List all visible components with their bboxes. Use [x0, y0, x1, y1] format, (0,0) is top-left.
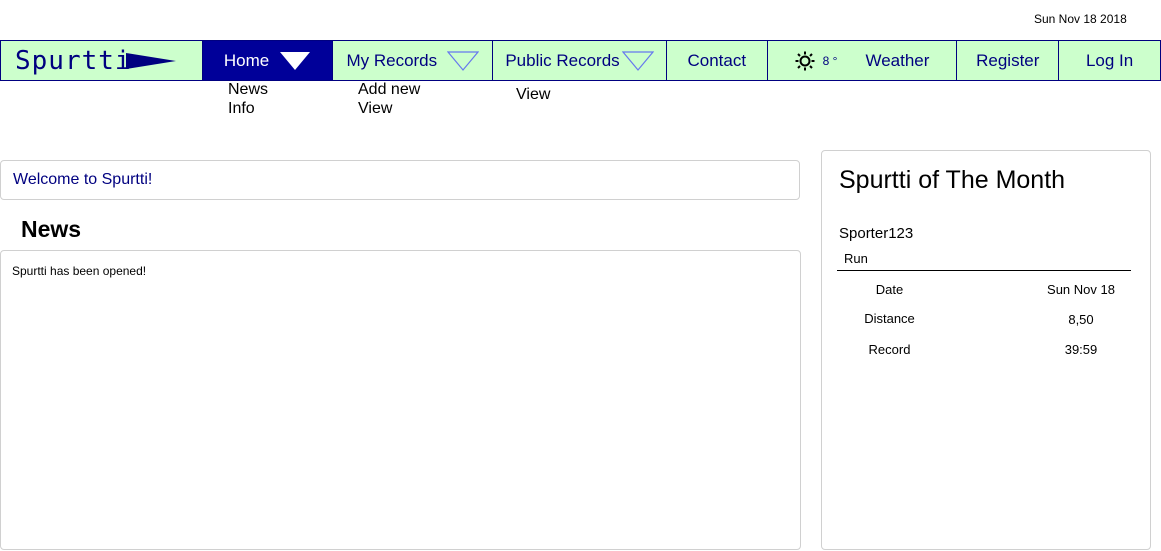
- chevron-down-icon: [280, 51, 311, 70]
- logo-text: Spurtti: [15, 45, 132, 76]
- top-navigation: Spurtti Home My Records Public Records C…: [0, 40, 1161, 81]
- chevron-down-icon: [621, 50, 654, 71]
- home-submenu: News Info: [228, 80, 268, 118]
- stat-value-distance: 8,50: [1068, 312, 1094, 327]
- weather-temperature: 8 °: [822, 53, 838, 68]
- stat-value-date: Sun Nov 18: [1047, 282, 1115, 297]
- featured-sport: Run: [844, 251, 868, 266]
- submenu-item-add-new[interactable]: Add new: [358, 80, 420, 99]
- nav-my-records[interactable]: My Records: [333, 41, 494, 80]
- nav-weather[interactable]: 8 ° Weather: [768, 41, 958, 80]
- stat-label-date: Date: [875, 282, 904, 297]
- nav-register[interactable]: Register: [957, 41, 1060, 80]
- submenu-item-view[interactable]: View: [516, 85, 550, 104]
- nav-login[interactable]: Log In: [1059, 41, 1160, 80]
- submenu-item-info[interactable]: Info: [228, 99, 268, 118]
- divider: [837, 270, 1131, 271]
- nav-my-records-label: My Records: [346, 50, 438, 70]
- logo[interactable]: Spurtti: [1, 41, 203, 80]
- nav-contact[interactable]: Contact: [667, 41, 768, 80]
- news-panel: Spurtti has been opened!: [0, 250, 801, 550]
- welcome-text: Welcome to Spurtti!: [13, 171, 153, 188]
- nav-public-records[interactable]: Public Records: [493, 41, 667, 80]
- nav-register-label: Register: [976, 50, 1040, 70]
- spurtti-of-month-panel: Spurtti of The Month Sporter123 Run Date…: [821, 150, 1151, 550]
- stat-label-distance: Distance: [864, 311, 915, 326]
- nav-home[interactable]: Home: [202, 41, 334, 80]
- stat-label-record: Record: [868, 342, 911, 357]
- nav-home-label: Home: [223, 50, 270, 70]
- nav-login-label: Log In: [1085, 50, 1134, 70]
- nav-public-records-label: Public Records: [505, 50, 620, 70]
- news-item: Spurtti has been opened!: [12, 264, 147, 278]
- welcome-banner: Welcome to Spurtti!: [0, 160, 800, 200]
- nav-weather-label: Weather: [865, 50, 930, 70]
- current-date: Sun Nov 18 2018: [1034, 12, 1127, 26]
- nav-contact-label: Contact: [687, 50, 747, 70]
- logo-arrow-icon: [125, 52, 176, 69]
- news-heading: News: [21, 216, 82, 242]
- stat-value-record: 39:59: [1064, 342, 1098, 357]
- submenu-item-view[interactable]: View: [358, 99, 420, 118]
- my-records-submenu: Add new View: [358, 80, 420, 118]
- featured-user: Sporter123: [839, 225, 914, 242]
- sidebar-title: Spurtti of The Month: [839, 166, 1066, 194]
- public-records-submenu: View: [516, 85, 550, 104]
- sun-icon: [795, 51, 815, 70]
- chevron-down-icon: [447, 50, 480, 71]
- submenu-item-news[interactable]: News: [228, 80, 268, 99]
